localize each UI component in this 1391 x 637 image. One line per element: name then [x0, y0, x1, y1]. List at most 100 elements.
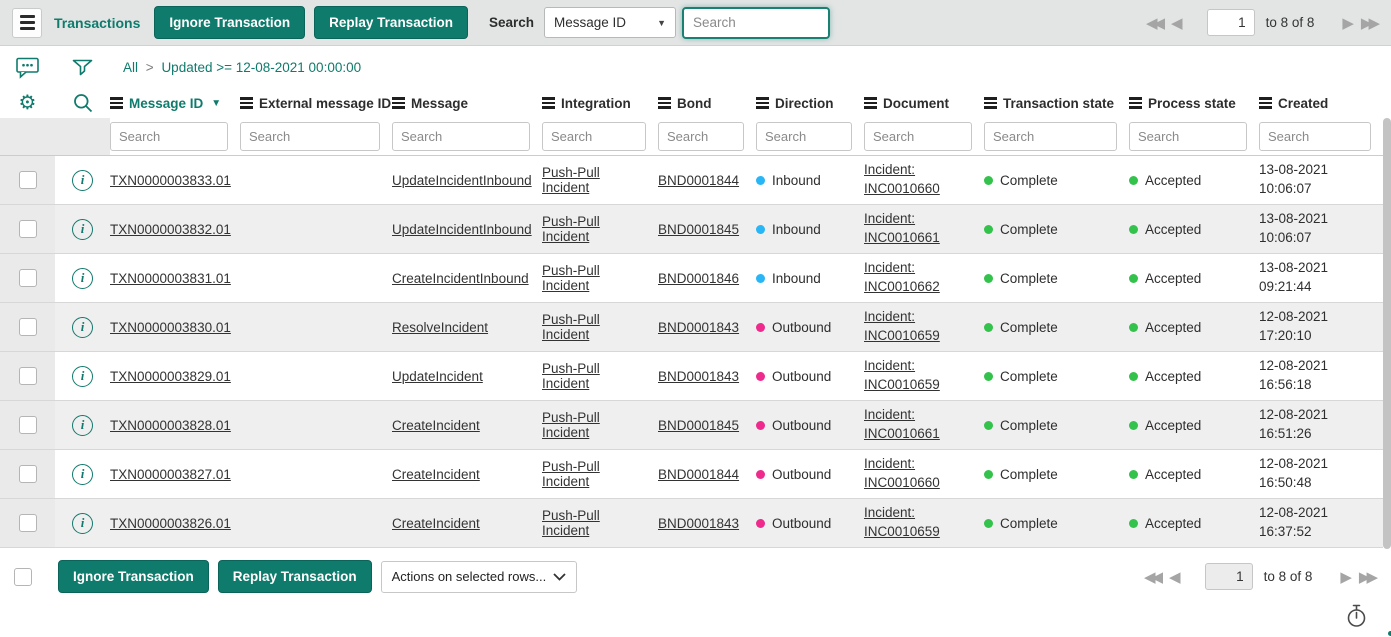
integration-link[interactable]: Push-Pull Incident [542, 312, 600, 342]
next-page-icon[interactable]: ▶ [1342, 14, 1354, 32]
menu-button[interactable] [12, 8, 42, 38]
page-number-input-bottom[interactable] [1205, 563, 1253, 590]
bond-link[interactable]: BND0001843 [658, 320, 739, 335]
bond-link[interactable]: BND0001843 [658, 369, 739, 384]
column-search-input-external-message-id[interactable] [240, 122, 380, 151]
column-header-message[interactable]: Message [392, 96, 542, 111]
column-search-input-message-id[interactable] [110, 122, 228, 151]
column-search-input-bond[interactable] [658, 122, 744, 151]
integration-link[interactable]: Push-Pull Incident [542, 410, 600, 440]
message-link[interactable]: UpdateIncidentInbound [392, 173, 532, 188]
integration-link[interactable]: Push-Pull Incident [542, 214, 600, 244]
bond-link[interactable]: BND0001845 [658, 418, 739, 433]
personalize-list-button[interactable]: ⚙ [0, 93, 55, 113]
prev-page-icon[interactable]: ◀ [1169, 568, 1181, 586]
bond-link[interactable]: BND0001846 [658, 271, 739, 286]
document-link[interactable]: Incident: INC0010662 [864, 260, 940, 294]
info-icon[interactable]: i [72, 219, 93, 240]
last-page-icon[interactable]: ▶▶ [1361, 14, 1376, 32]
message-id-link[interactable]: TXN0000003829.01 [110, 369, 231, 384]
response-time-stopwatch-icon[interactable] [1346, 604, 1367, 633]
page-number-input[interactable] [1207, 9, 1255, 36]
vertical-scrollbar[interactable] [1383, 118, 1391, 549]
info-icon[interactable]: i [72, 170, 93, 191]
row-checkbox[interactable] [19, 514, 37, 532]
breadcrumb-all-link[interactable]: All [123, 60, 138, 75]
replay-transaction-button[interactable]: Replay Transaction [314, 6, 468, 39]
next-page-icon[interactable]: ▶ [1340, 568, 1352, 586]
breadcrumb-condition-link[interactable]: Updated >= 12-08-2021 00:00:00 [161, 60, 361, 75]
document-link[interactable]: Incident: INC0010659 [864, 505, 940, 539]
row-checkbox[interactable] [19, 318, 37, 336]
message-link[interactable]: ResolveIncident [392, 320, 488, 335]
info-icon[interactable]: i [72, 317, 93, 338]
message-link[interactable]: CreateIncident [392, 467, 480, 482]
message-link[interactable]: CreateIncident [392, 418, 480, 433]
document-link[interactable]: Incident: INC0010661 [864, 211, 940, 245]
column-header-document[interactable]: Document [864, 96, 984, 111]
row-checkbox[interactable] [19, 465, 37, 483]
column-header-transaction-state[interactable]: Transaction state [984, 96, 1129, 111]
first-page-icon[interactable]: ◀◀ [1144, 568, 1159, 586]
comments-icon[interactable] [0, 56, 55, 79]
column-search-input-message[interactable] [392, 122, 530, 151]
ignore-transaction-button-bottom[interactable]: Ignore Transaction [58, 560, 209, 593]
integration-link[interactable]: Push-Pull Incident [542, 361, 600, 391]
message-link[interactable]: CreateIncidentInbound [392, 271, 529, 286]
column-header-direction[interactable]: Direction [756, 96, 864, 111]
integration-link[interactable]: Push-Pull Incident [542, 165, 600, 195]
message-id-link[interactable]: TXN0000003833.01 [110, 173, 231, 188]
column-search-input-process-state[interactable] [1129, 122, 1247, 151]
document-link[interactable]: Incident: INC0010660 [864, 162, 940, 196]
bond-link[interactable]: BND0001844 [658, 467, 739, 482]
ignore-transaction-button[interactable]: Ignore Transaction [154, 6, 305, 39]
message-id-link[interactable]: TXN0000003828.01 [110, 418, 231, 433]
last-page-icon[interactable]: ▶▶ [1359, 568, 1374, 586]
column-header-created[interactable]: Created [1259, 96, 1383, 111]
row-checkbox[interactable] [19, 220, 37, 238]
column-header-bond[interactable]: Bond [658, 96, 756, 111]
column-header-process-state[interactable]: Process state [1129, 96, 1259, 111]
row-checkbox[interactable] [19, 171, 37, 189]
info-icon[interactable]: i [72, 415, 93, 436]
search-category-select[interactable]: Message ID ▼ [544, 7, 676, 38]
document-link[interactable]: Incident: INC0010659 [864, 358, 940, 392]
list-search-toggle[interactable] [55, 92, 110, 114]
message-id-link[interactable]: TXN0000003832.01 [110, 222, 231, 237]
column-search-input-created[interactable] [1259, 122, 1371, 151]
select-all-checkbox[interactable] [14, 568, 32, 586]
integration-link[interactable]: Push-Pull Incident [542, 459, 600, 489]
column-search-input-transaction-state[interactable] [984, 122, 1117, 151]
integration-link[interactable]: Push-Pull Incident [542, 263, 600, 293]
row-checkbox[interactable] [19, 269, 37, 287]
message-id-link[interactable]: TXN0000003826.01 [110, 516, 231, 531]
column-header-integration[interactable]: Integration [542, 96, 658, 111]
column-header-external-message-id[interactable]: External message ID [240, 96, 392, 111]
message-id-link[interactable]: TXN0000003831.01 [110, 271, 231, 286]
message-link[interactable]: UpdateIncidentInbound [392, 222, 532, 237]
info-icon[interactable]: i [72, 464, 93, 485]
bond-link[interactable]: BND0001844 [658, 173, 739, 188]
message-link[interactable]: CreateIncident [392, 516, 480, 531]
column-search-input-integration[interactable] [542, 122, 646, 151]
actions-on-selected-rows-select[interactable]: Actions on selected rows... [381, 561, 577, 593]
column-header-message-id[interactable]: Message ID▼ [110, 96, 240, 111]
search-input[interactable] [682, 7, 830, 39]
bond-link[interactable]: BND0001843 [658, 516, 739, 531]
column-search-input-direction[interactable] [756, 122, 852, 151]
row-checkbox[interactable] [19, 416, 37, 434]
prev-page-icon[interactable]: ◀ [1171, 14, 1183, 32]
replay-transaction-button-bottom[interactable]: Replay Transaction [218, 560, 372, 593]
info-icon[interactable]: i [72, 513, 93, 534]
message-link[interactable]: UpdateIncident [392, 369, 483, 384]
filter-icon[interactable] [55, 56, 110, 79]
document-link[interactable]: Incident: INC0010661 [864, 407, 940, 441]
info-icon[interactable]: i [72, 366, 93, 387]
column-search-input-document[interactable] [864, 122, 972, 151]
message-id-link[interactable]: TXN0000003830.01 [110, 320, 231, 335]
document-link[interactable]: Incident: INC0010660 [864, 456, 940, 490]
message-id-link[interactable]: TXN0000003827.01 [110, 467, 231, 482]
bond-link[interactable]: BND0001845 [658, 222, 739, 237]
first-page-icon[interactable]: ◀◀ [1146, 14, 1161, 32]
row-checkbox[interactable] [19, 367, 37, 385]
